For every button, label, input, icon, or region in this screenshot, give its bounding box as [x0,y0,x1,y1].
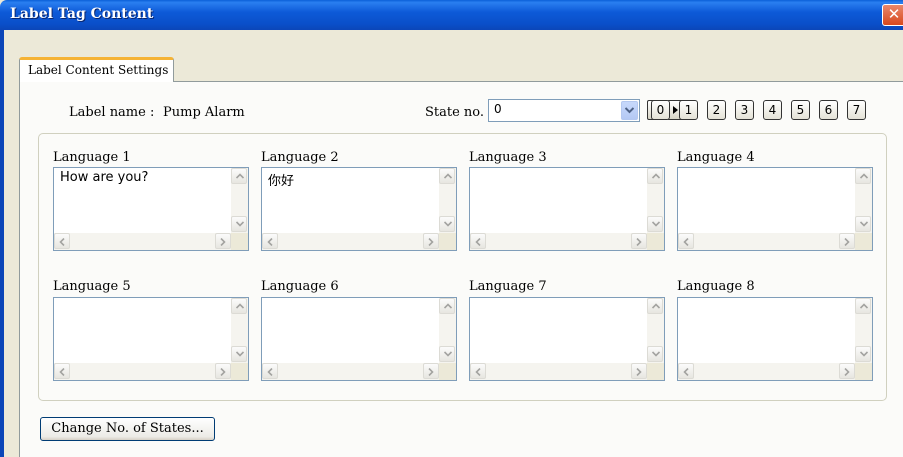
scrollbar-corner [647,233,664,250]
horizontal-scrollbar[interactable] [262,233,440,250]
state-button-4[interactable]: 4 [763,100,782,120]
dialog-window: Label Tag Content ✕ Label Content Settin… [0,0,903,457]
tab-label: Label Content Settings [28,63,169,77]
scroll-up-icon[interactable] [647,298,663,314]
state-button-3[interactable]: 3 [735,100,754,120]
scroll-up-icon[interactable] [231,168,247,184]
state-button-5[interactable]: 5 [791,100,810,120]
scroll-left-icon[interactable] [678,363,694,379]
language-1-text: How are you? [60,170,149,185]
scrollbar-corner [231,233,248,250]
scroll-left-icon[interactable] [262,363,278,379]
language-3-textbox[interactable] [469,167,665,251]
state-button-6[interactable]: 6 [819,100,838,120]
state-no-value: 0 [494,102,502,116]
title-bar[interactable]: Label Tag Content ✕ [0,0,903,30]
vertical-scrollbar[interactable] [439,168,456,233]
state-button-7[interactable]: 7 [847,100,866,120]
language-1-label: Language 1 [53,150,131,165]
horizontal-scrollbar[interactable] [262,363,440,380]
scroll-right-icon[interactable] [423,363,439,379]
vertical-scrollbar[interactable] [231,168,248,233]
scroll-right-icon[interactable] [423,233,439,249]
scrollbar-corner [439,363,456,380]
scroll-right-icon[interactable] [631,233,647,249]
language-8-textbox[interactable] [677,297,873,381]
language-2-label: Language 2 [261,150,339,165]
scroll-down-icon[interactable] [855,346,871,362]
vertical-scrollbar[interactable] [439,298,456,363]
scroll-up-icon[interactable] [855,168,871,184]
scroll-right-icon[interactable] [631,363,647,379]
scroll-down-icon[interactable] [439,346,455,362]
scrollbar-corner [647,363,664,380]
language-1-textbox[interactable]: How are you? [53,167,249,251]
state-button-2[interactable]: 2 [707,100,726,120]
language-6-textbox[interactable] [261,297,457,381]
label-name-value: Pump Alarm [163,105,245,120]
scroll-down-icon[interactable] [647,346,663,362]
state-no-caption: State no. : [425,105,493,120]
scroll-down-icon[interactable] [855,216,871,232]
scroll-right-icon[interactable] [215,363,231,379]
state-button-1[interactable]: 1 [679,100,698,120]
window-frame-left [0,30,4,457]
scroll-down-icon[interactable] [231,346,247,362]
language-4-label: Language 4 [677,150,755,165]
language-4-textbox[interactable] [677,167,873,251]
vertical-scrollbar[interactable] [231,298,248,363]
state-no-select[interactable]: 0 [488,99,640,122]
language-5-textbox[interactable] [53,297,249,381]
scroll-right-icon[interactable] [839,363,855,379]
scrollbar-corner [855,363,872,380]
language-8-label: Language 8 [677,279,755,294]
language-6-label: Language 6 [261,279,339,294]
scrollbar-corner [231,363,248,380]
chevron-down-icon[interactable] [621,101,638,120]
close-button[interactable]: ✕ [882,4,903,26]
label-name-caption: Label name : [69,105,155,120]
vertical-scrollbar[interactable] [647,298,664,363]
scroll-up-icon[interactable] [647,168,663,184]
scroll-left-icon[interactable] [262,233,278,249]
scrollbar-corner [439,233,456,250]
language-7-label: Language 7 [469,279,547,294]
dialog-title: Label Tag Content [10,6,154,22]
scroll-down-icon[interactable] [231,216,247,232]
scroll-left-icon[interactable] [54,363,70,379]
horizontal-scrollbar[interactable] [470,363,648,380]
scroll-left-icon[interactable] [470,233,486,249]
scroll-up-icon[interactable] [439,168,455,184]
vertical-scrollbar[interactable] [855,168,872,233]
scroll-left-icon[interactable] [678,233,694,249]
language-3-label: Language 3 [469,150,547,165]
language-7-textbox[interactable] [469,297,665,381]
scroll-up-icon[interactable] [855,298,871,314]
scroll-left-icon[interactable] [470,363,486,379]
scroll-up-icon[interactable] [439,298,455,314]
horizontal-scrollbar[interactable] [678,233,856,250]
scroll-up-icon[interactable] [231,298,247,314]
close-icon: ✕ [887,5,901,23]
scroll-down-icon[interactable] [647,216,663,232]
horizontal-scrollbar[interactable] [470,233,648,250]
tab-label-content-settings[interactable]: Label Content Settings [19,57,174,82]
scroll-right-icon[interactable] [839,233,855,249]
state-button-0[interactable]: 0 [651,100,670,120]
language-5-label: Language 5 [53,279,131,294]
horizontal-scrollbar[interactable] [54,233,232,250]
change-no-of-states-button[interactable]: Change No. of States... [40,417,215,441]
scroll-right-icon[interactable] [215,233,231,249]
language-2-text: 你好 [268,174,295,189]
horizontal-scrollbar[interactable] [678,363,856,380]
vertical-scrollbar[interactable] [855,298,872,363]
horizontal-scrollbar[interactable] [54,363,232,380]
scroll-left-icon[interactable] [54,233,70,249]
scroll-down-icon[interactable] [439,216,455,232]
scrollbar-corner [855,233,872,250]
vertical-scrollbar[interactable] [647,168,664,233]
language-2-textbox[interactable]: 你好 [261,167,457,251]
